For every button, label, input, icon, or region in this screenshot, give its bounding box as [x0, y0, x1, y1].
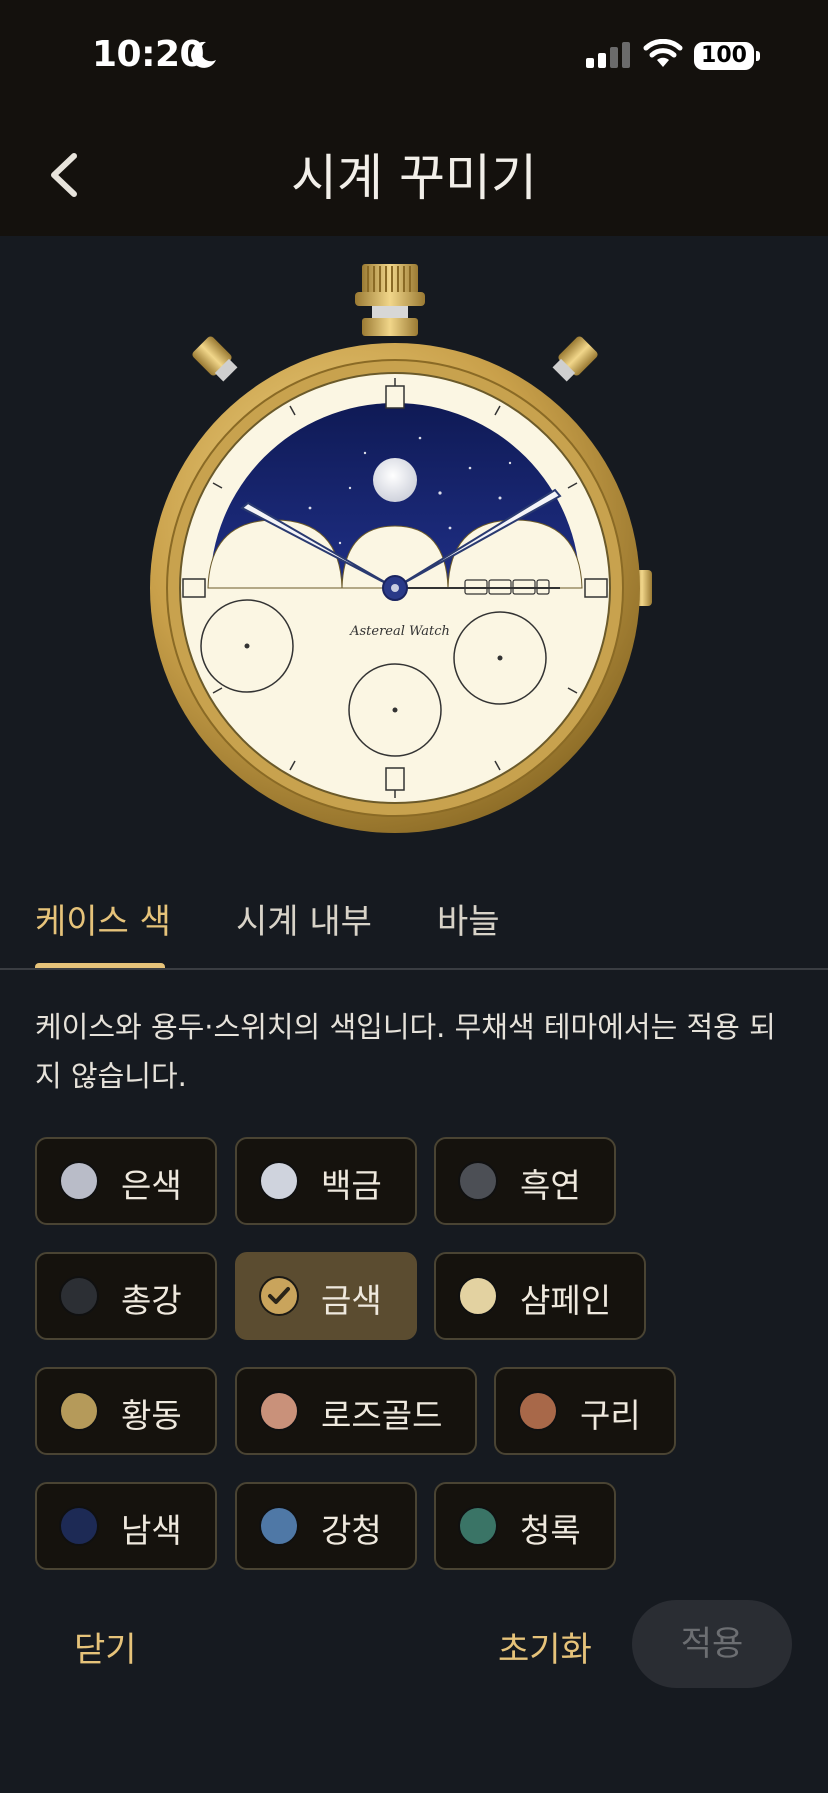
apply-button[interactable]: 적용: [632, 1600, 792, 1688]
tab-divider: [0, 968, 828, 970]
reset-button[interactable]: 초기화: [498, 1622, 592, 1671]
color-swatch: [59, 1276, 99, 1316]
color-swatch: [458, 1506, 498, 1546]
color-chip-label: 청록: [520, 1511, 581, 1550]
close-button[interactable]: 닫기: [74, 1622, 137, 1671]
color-chip-label: 황동: [121, 1396, 182, 1435]
color-chip[interactable]: 백금: [235, 1137, 417, 1225]
color-chip-label: 총강: [121, 1281, 182, 1320]
color-swatch: [59, 1506, 99, 1546]
cellular-signal-icon: [586, 42, 630, 68]
color-chip[interactable]: 로즈골드: [235, 1367, 477, 1455]
color-chip-label: 구리: [580, 1396, 641, 1435]
tab-dial[interactable]: 시계 내부: [236, 894, 372, 943]
color-chip[interactable]: 청록: [434, 1482, 616, 1570]
crown: [355, 264, 425, 336]
tab-hands[interactable]: 바늘: [437, 894, 500, 943]
color-chip-label: 은색: [121, 1166, 182, 1205]
description-text: 케이스와 용두·스위치의 색입니다. 무채색 테마에서는 적용 되지 않습니다.: [35, 1010, 776, 1093]
color-swatch: [458, 1161, 498, 1201]
wifi-icon: [643, 39, 683, 67]
tab-bar: 케이스 색 시계 내부 바늘: [0, 880, 828, 970]
color-chip[interactable]: 강청: [235, 1482, 417, 1570]
color-swatch: [259, 1391, 299, 1431]
color-chip-label: 흑연: [520, 1166, 581, 1205]
color-chip[interactable]: 남색: [35, 1482, 217, 1570]
top-bar: 10:20 100 시계 꾸미기: [0, 0, 828, 236]
color-swatch: [458, 1276, 498, 1316]
color-chip[interactable]: 황동: [35, 1367, 217, 1455]
tab-case-color[interactable]: 케이스 색: [35, 894, 171, 943]
do-not-disturb-moon-icon: [191, 41, 216, 68]
color-swatch: [59, 1391, 99, 1431]
color-chip[interactable]: 금색: [235, 1252, 417, 1340]
color-chip-label: 금색: [321, 1281, 382, 1320]
color-swatch: [59, 1161, 99, 1201]
color-chip-label: 강청: [321, 1511, 382, 1550]
color-chip-label: 남색: [121, 1511, 182, 1550]
color-chip-label: 로즈골드: [321, 1396, 443, 1435]
color-chip[interactable]: 흑연: [434, 1137, 616, 1225]
color-swatch: [259, 1161, 299, 1201]
page-title: 시계 꾸미기: [291, 149, 537, 207]
brand-text: Astereal Watch: [349, 624, 450, 639]
battery-indicator: 100: [694, 42, 754, 70]
color-chip[interactable]: 샴페인: [434, 1252, 646, 1340]
color-swatch: [259, 1506, 299, 1546]
color-chip-label: 백금: [321, 1166, 382, 1205]
color-chip[interactable]: 구리: [494, 1367, 676, 1455]
checkmark-icon: [259, 1276, 299, 1316]
color-chip-label: 샴페인: [520, 1281, 612, 1320]
color-swatch: [518, 1391, 558, 1431]
watch-preview: Astereal Watch: [150, 264, 652, 833]
color-chip[interactable]: 총강: [35, 1252, 217, 1340]
color-chip[interactable]: 은색: [35, 1137, 217, 1225]
battery-tip: [756, 51, 760, 61]
